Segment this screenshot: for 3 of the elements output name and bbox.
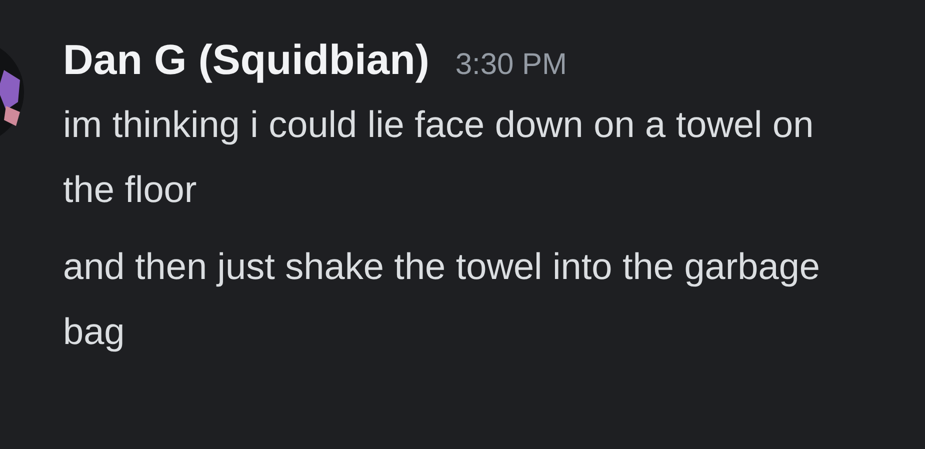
timestamp: 3:30 PM [455,47,568,83]
message-text: and then just shake the towel into the garbage bag [63,245,821,354]
username[interactable]: Dan G (Squidbian) [63,30,430,90]
